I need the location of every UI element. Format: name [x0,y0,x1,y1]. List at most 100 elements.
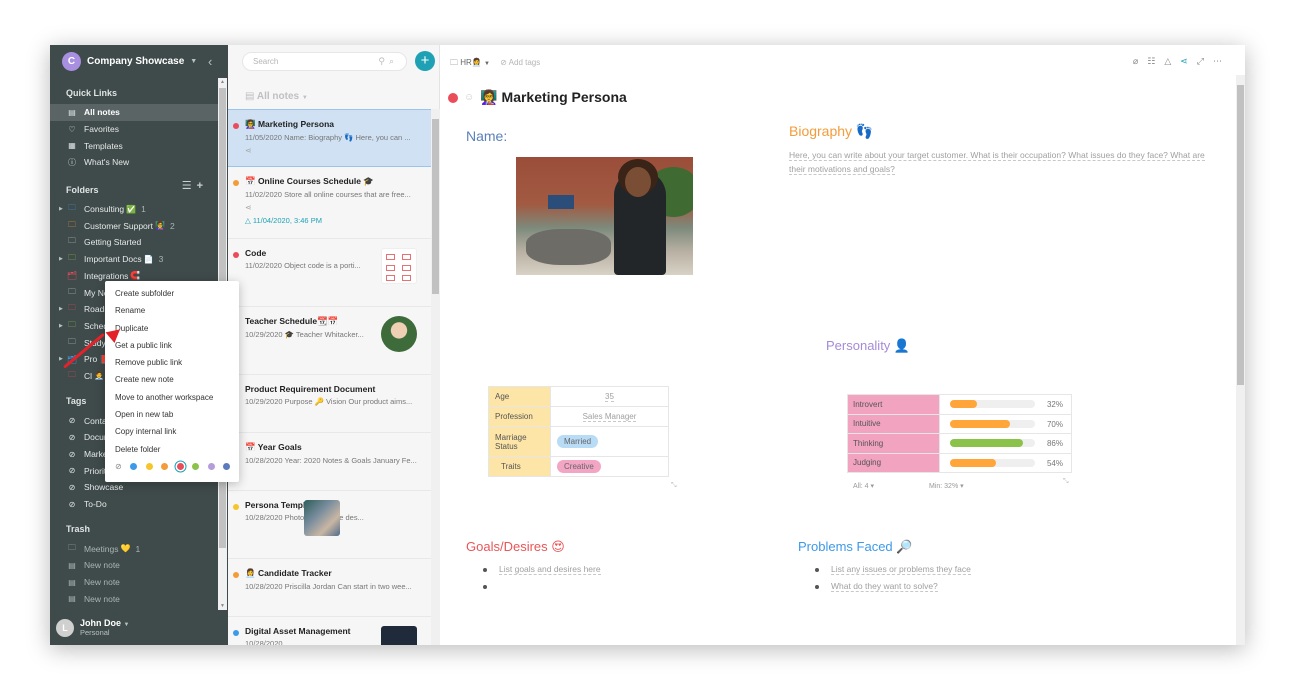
sidebar-folder[interactable]: ▶ 🗀 Consulting ✅ 1 [50,201,218,218]
search-input[interactable]: Search ⚲⌕ [242,52,407,71]
biography-text[interactable]: Here, you can write about your target cu… [789,148,1214,176]
expand-icon[interactable]: ⤢ [1197,56,1213,66]
info-value[interactable]: Married [550,426,669,457]
reminder-bell-icon[interactable]: △ [1164,56,1180,66]
color-swatch[interactable] [192,462,200,470]
note-title-text[interactable]: 👩‍🏫 Marketing Persona [480,89,627,106]
menu-item-remove-public-link[interactable]: Remove public link [105,358,239,375]
add-folder-icon[interactable]: + [197,180,208,192]
trait-label[interactable]: Thinking [847,433,940,454]
biography-heading[interactable]: Biography 👣 [789,123,873,140]
persona-photo[interactable] [516,157,693,275]
attachment-icon[interactable]: ⌀ [1133,56,1147,66]
trash-item[interactable]: 🗀 Meetings 💛 1 [50,540,218,557]
sidebar-tag[interactable]: ⊘ To-Do [50,496,218,513]
color-swatch[interactable] [207,462,215,470]
bullet-item[interactable] [483,581,601,598]
notes-scrollbar[interactable] [431,109,440,645]
info-key[interactable]: Profession [488,406,551,427]
trait-label[interactable]: Introvert [847,394,940,415]
user-profile[interactable]: L John Doe ▼ Personal [50,610,228,645]
outline-icon[interactable]: ☷ [1147,56,1164,66]
sidebar-item-what-s-new[interactable]: ⓘ What's New [50,154,218,171]
color-swatch[interactable] [130,462,138,470]
no-color-icon[interactable]: ⊘ [115,462,122,471]
menu-item-duplicate[interactable]: Duplicate [105,324,239,341]
problems-heading[interactable]: Problems Faced 🔎 [798,539,912,555]
emoji-picker-icon[interactable]: ☺ [464,92,474,103]
chevron-down-icon[interactable]: ▼ [484,61,490,67]
trait-progress-cell[interactable]: 70% [939,413,1072,434]
info-key[interactable]: Traits [488,456,551,477]
reminder[interactable]: △ 11/04/2020, 3:46 PM [245,216,423,225]
menu-item-get-a-public-link[interactable]: Get a public link [105,341,239,358]
sidebar-item-favorites[interactable]: ♡ Favorites [50,121,218,138]
sort-icon[interactable]: ☰ [182,180,197,192]
note-list-item[interactable]: 👩‍💼 Candidate Tracker 10/28/2020 Priscill… [228,559,431,617]
note-list-item[interactable]: Digital Asset Management 10/28/2020 ... [228,617,431,645]
expand-arrow-icon[interactable]: ▶ [59,206,63,212]
menu-item-create-subfolder[interactable]: Create subfolder [105,289,239,306]
note-list-item[interactable]: 📅 Year Goals 10/28/2020 Year: 2020 Notes … [228,433,431,491]
add-tags-button[interactable]: Add tags [509,58,541,67]
note-color-dot[interactable] [448,92,458,103]
trash-item[interactable]: ▤ New note [50,591,218,608]
scroll-down-icon[interactable]: ▼ [220,603,225,609]
trash-item[interactable]: ▤ New note [50,574,218,591]
color-swatch[interactable] [223,462,231,470]
search-icon[interactable]: ⌕ [389,56,398,66]
note-title[interactable]: ☺ 👩‍🏫 Marketing Persona [448,89,627,106]
expand-arrow-icon[interactable]: ▶ [59,256,63,262]
info-value[interactable]: Sales Manager [550,406,669,427]
note-list-item[interactable]: Teacher Schedule📆📅 10/29/2020 🎓 Teacher W… [228,307,431,375]
trait-label[interactable]: Intuitive [847,413,940,434]
expand-arrow-icon[interactable]: ▶ [59,323,63,329]
min-summary[interactable]: Min: 32% ▾ [929,483,964,490]
expand-arrow-icon[interactable]: ▶ [59,306,63,312]
sidebar-item-all-notes[interactable]: ▤ All notes [50,104,218,121]
sidebar-folder[interactable]: 🗀 Getting Started [50,234,218,251]
trait-progress-cell[interactable]: 54% [939,452,1072,473]
editor-scrollbar[interactable] [1236,75,1245,645]
table-resize-icon[interactable]: ⤡ [1063,478,1069,486]
color-swatch[interactable] [161,462,169,470]
menu-item-create-new-note[interactable]: Create new note [105,375,239,392]
menu-item-move-to-another-workspace[interactable]: Move to another workspace [105,393,239,410]
menu-item-open-in-new-tab[interactable]: Open in new tab [105,410,239,427]
info-value[interactable]: 35 [550,386,669,407]
menu-item-rename[interactable]: Rename [105,306,239,323]
bullet-item[interactable]: What do they want to solve? [815,581,971,598]
menu-item-copy-internal-link[interactable]: Copy internal link [105,427,239,444]
note-list-item[interactable]: Product Requirement Document 10/29/2020 P… [228,375,431,433]
sidebar-folder[interactable]: ▶ 🗀 Important Docs 📄 3 [50,251,218,268]
expand-arrow-icon[interactable]: ▶ [59,356,63,362]
trait-label[interactable]: Judging [847,452,940,473]
add-note-button[interactable]: + [415,51,435,71]
editor-scrollbar-thumb[interactable] [1237,85,1244,385]
filter-icon[interactable]: ⚲ [378,56,389,66]
trash-item[interactable]: ▤ New note [50,557,218,574]
collapse-sidebar-icon[interactable]: ‹ [208,54,212,69]
count-summary[interactable]: All: 4 ▾ [853,483,874,490]
info-key[interactable]: Age [488,386,551,407]
note-list-item[interactable]: 👩‍🏫 Marketing Persona 11/05/2020 Name: Bi… [228,109,431,167]
bullet-item[interactable]: List goals and desires here [483,564,601,581]
goals-heading[interactable]: Goals/Desires 😍 [466,539,565,555]
trait-progress-cell[interactable]: 32% [939,394,1072,415]
sidebar-folder[interactable]: 🗀 Customer Support 👩‍🏫 2 [50,217,218,234]
menu-item-delete-folder[interactable]: Delete folder [105,445,239,462]
note-list-item[interactable]: 📅 Online Courses Schedule 🎓 11/02/2020 St… [228,167,431,239]
bullet-item[interactable]: List any issues or problems they face [815,564,971,581]
note-list-item[interactable]: Code 11/02/2020 Object code is a porti... [228,239,431,307]
info-value[interactable]: Creative [550,456,669,477]
trait-progress-cell[interactable]: 86% [939,433,1072,454]
notes-list-title[interactable]: ▤ All notes ▼ [245,91,308,102]
name-heading[interactable]: Name: [466,128,507,144]
workspace-switcher[interactable]: C Company Showcase ▼ [50,45,228,78]
share-icon[interactable]: ⋖ [1180,56,1197,66]
color-swatch[interactable] [176,462,184,470]
scroll-up-icon[interactable]: ▲ [220,79,225,85]
info-key[interactable]: Marriage Status [488,426,551,457]
table-resize-icon[interactable]: ⤡ [671,482,677,490]
personality-heading[interactable]: Personality 👤 [826,338,910,354]
